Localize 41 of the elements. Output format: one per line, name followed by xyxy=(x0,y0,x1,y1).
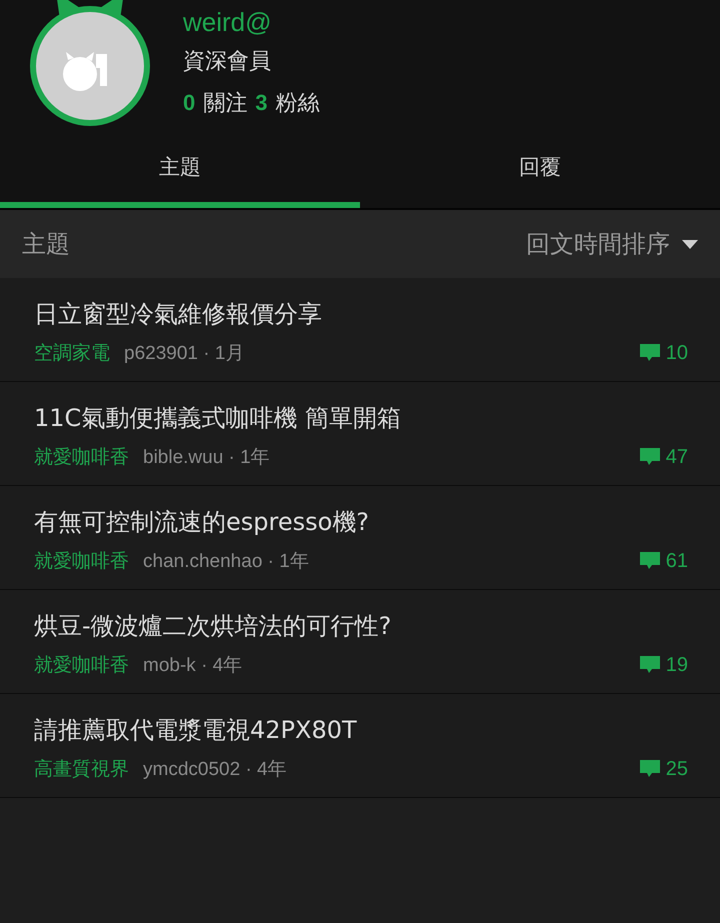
reply-count: 25 xyxy=(666,758,688,780)
topic-meta: p623901 · 1月 xyxy=(124,342,244,366)
sort-dropdown[interactable]: 回文時間排序 xyxy=(526,228,698,260)
reply-count: 10 xyxy=(666,342,688,364)
comment-icon xyxy=(640,344,660,362)
topic-meta: bible.wuu · 1年 xyxy=(143,446,270,470)
filter-label: 主題 xyxy=(22,229,70,260)
reply-count: 61 xyxy=(666,550,688,572)
topic-title: 11C氣動便攜義式咖啡機 簡單開箱 xyxy=(34,403,402,434)
comment-icon xyxy=(640,760,660,778)
comment-icon xyxy=(640,656,660,674)
tab[interactable]: 回覆 xyxy=(360,140,720,208)
caret-icon xyxy=(682,240,698,248)
stat-count: 0 xyxy=(183,90,196,116)
topic-title: 日立窗型冷氣維修報價分享 xyxy=(34,299,323,330)
comment-icon xyxy=(640,448,660,466)
avatar-icon xyxy=(28,0,152,128)
stat-label: 關注 xyxy=(203,90,248,118)
topic-row[interactable]: 有無可控制流速的espresso機? 就愛咖啡香 chan.chenhao · 1年 61 xyxy=(0,486,720,590)
forum-link[interactable]: 高畫質視界 xyxy=(34,756,129,782)
topic-row[interactable]: 請推薦取代電漿電視42PX80T 高畫質視界 ymcdc0502 · 4年 25 xyxy=(0,694,720,798)
topic-row[interactable]: 日立窗型冷氣維修報價分享 空調家電 p623901 · 1月 10 xyxy=(0,278,720,382)
reply-count: 19 xyxy=(666,654,688,676)
stat-count: 3 xyxy=(255,90,268,116)
username: weird@ xyxy=(183,6,273,39)
comment-icon xyxy=(640,552,660,570)
topic-meta: mob-k · 4年 xyxy=(143,654,242,678)
topic-title: 請推薦取代電漿電視42PX80T xyxy=(34,715,358,746)
forum-link[interactable]: 就愛咖啡香 xyxy=(34,444,129,470)
topic-row[interactable]: 烘豆-微波爐二次烘培法的可行性? 就愛咖啡香 mob-k · 4年 19 xyxy=(0,590,720,694)
reply-count: 47 xyxy=(666,446,688,468)
topic-meta: ymcdc0502 · 4年 xyxy=(143,758,287,782)
topic-title: 有無可控制流速的espresso機? xyxy=(34,507,370,538)
forum-link[interactable]: 就愛咖啡香 xyxy=(34,548,129,574)
member-rank: 資深會員 xyxy=(183,48,272,76)
topic-row[interactable]: 11C氣動便攜義式咖啡機 簡單開箱 就愛咖啡香 bible.wuu · 1年 47 xyxy=(0,382,720,486)
forum-link[interactable]: 就愛咖啡香 xyxy=(34,652,129,678)
forum-link[interactable]: 空調家電 xyxy=(34,340,110,366)
stat-label: 粉絲 xyxy=(276,90,320,118)
topic-meta: chan.chenhao · 1年 xyxy=(143,550,309,574)
topic-title: 烘豆-微波爐二次烘培法的可行性? xyxy=(34,611,392,642)
